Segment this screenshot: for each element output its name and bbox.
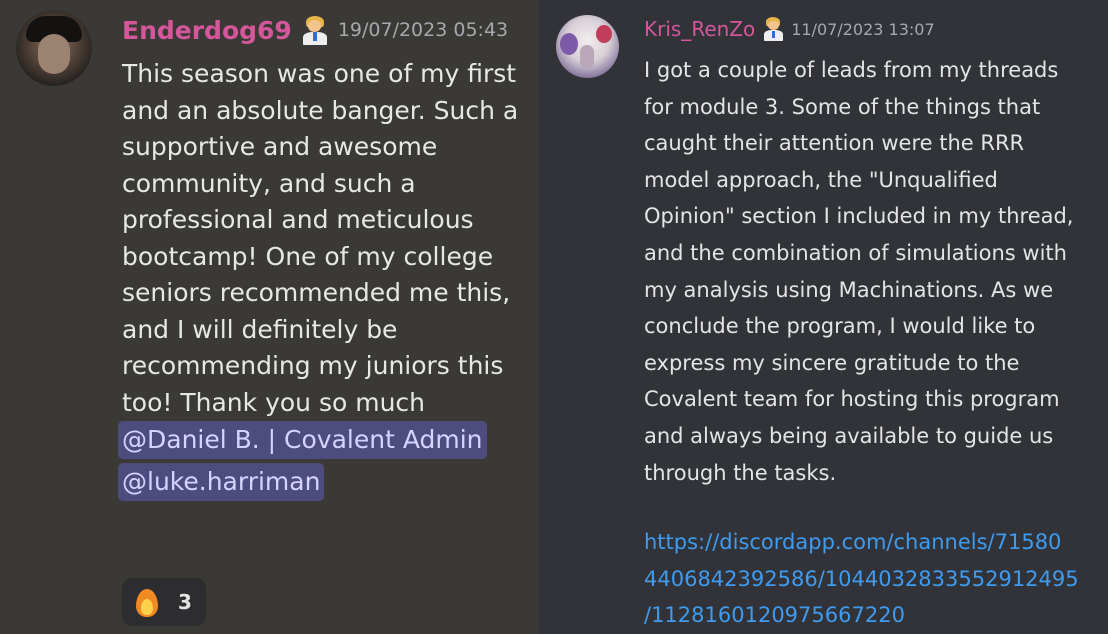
link-line[interactable]: https://discordapp.com/channels/71580	[644, 524, 1094, 561]
message-header: Kris_RenZo 11/07/2023 13:07	[644, 14, 935, 44]
message-line: supportive and awesome	[122, 132, 438, 161]
link-line[interactable]: /1128160120975667220	[644, 597, 1094, 634]
username[interactable]: Kris_RenZo	[644, 17, 755, 41]
message-line: and always being available to guide us	[644, 423, 1054, 448]
user-avatar-kris-renzo[interactable]	[556, 15, 619, 78]
left-message-panel: Enderdog69 19/07/2023 05:43 This season …	[0, 0, 538, 634]
message-line: and I will definitely be	[122, 314, 398, 344]
mention-luke-harriman[interactable]: @luke.harriman	[118, 463, 325, 501]
message-line: This season was one of my first	[122, 59, 517, 88]
message-line: too! Thank you so much	[122, 387, 426, 417]
mention-row: @Daniel B. | Covalent Admin	[118, 421, 527, 463]
mention-daniel-b[interactable]: @Daniel B. | Covalent Admin	[118, 421, 487, 459]
message-line: for module 3. Some of the things that	[644, 94, 1041, 119]
scientist-emoji-icon	[300, 15, 330, 45]
avatar-paint-splash	[560, 33, 578, 55]
message-line: bootcamp! One of my college	[122, 241, 494, 271]
message-line: model approach, the "Unqualified	[644, 167, 998, 192]
message-line: and an absolute banger. Such a	[122, 95, 519, 125]
fire-emoji-icon	[134, 587, 160, 617]
message-line: seniors recommended me this,	[122, 278, 511, 307]
avatar-face	[38, 34, 70, 74]
message-line: through the tasks.	[644, 460, 837, 485]
mention-row: @luke.harriman	[118, 463, 527, 505]
reaction-button[interactable]: 3	[122, 578, 206, 626]
timestamp[interactable]: 11/07/2023 13:07	[791, 20, 934, 39]
message-line: recommending my juniors this	[122, 351, 504, 380]
message-body: This season was one of my first and an a…	[118, 56, 527, 505]
message-line: my analysis using Machinations. As we	[644, 277, 1054, 302]
avatar-paint-splash	[580, 45, 594, 69]
message-line: and the combination of simulations with	[644, 240, 1067, 265]
message-line: community, and such a	[122, 168, 416, 198]
message-header: Enderdog69 19/07/2023 05:43	[122, 12, 508, 48]
message-line: Opinion" section I included in my thread…	[644, 204, 1074, 229]
username[interactable]: Enderdog69	[122, 16, 292, 45]
discord-message-screenshot: Enderdog69 19/07/2023 05:43 This season …	[0, 0, 1108, 634]
message-body: I got a couple of leads from my threads …	[644, 52, 1094, 491]
message-line: I got a couple of leads from my threads	[644, 58, 1059, 82]
reaction-count: 3	[178, 590, 192, 614]
message-line: express my sincere gratitude to the	[644, 350, 1020, 375]
message-line: conclude the program, I would like to	[644, 314, 1036, 339]
message-line: professional and meticulous	[122, 205, 474, 234]
message-line: Covalent team for hosting this program	[644, 387, 1060, 412]
scientist-emoji-icon	[761, 17, 785, 41]
message-line: caught their attention were the RRR	[644, 131, 1025, 156]
link-line[interactable]: 4406842392586/1044032833552912495	[644, 561, 1094, 598]
user-avatar-enderdog69[interactable]	[16, 10, 92, 86]
avatar-paint-splash	[596, 25, 612, 43]
discord-link[interactable]: https://discordapp.com/channels/71580 44…	[644, 524, 1094, 634]
timestamp[interactable]: 19/07/2023 05:43	[338, 19, 508, 41]
